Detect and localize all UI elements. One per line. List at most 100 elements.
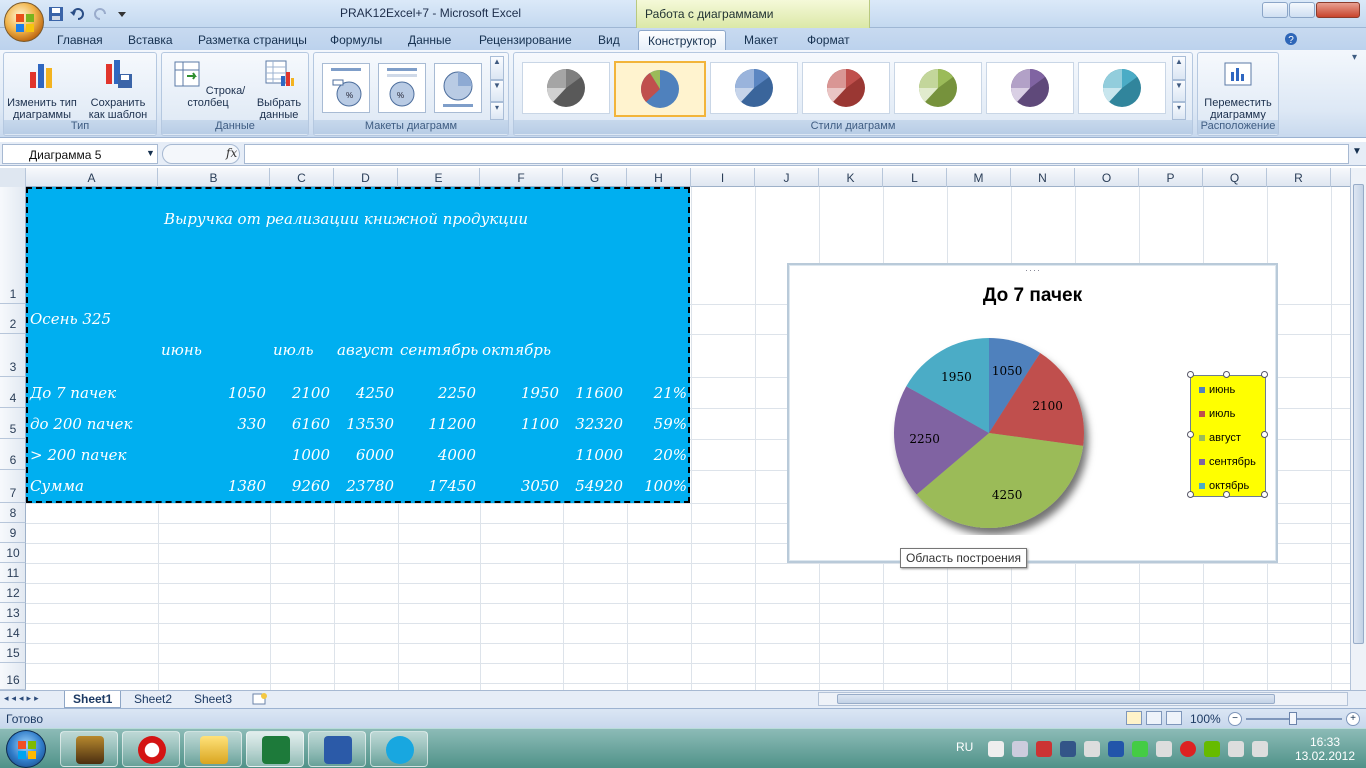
zoom-out-icon[interactable]: − — [1228, 712, 1242, 726]
legend-item[interactable]: июль — [1199, 408, 1235, 420]
month-header-cell[interactable]: сентябрь — [400, 341, 478, 359]
sheet-nav-arrows[interactable]: ◂◂◂▸▸ — [4, 693, 42, 704]
tab-formulas[interactable]: Формулы — [321, 30, 391, 50]
move-chart-button[interactable]: Переместить диаграмму — [1200, 56, 1276, 122]
row-label-cell[interactable]: > 200 пачек — [30, 446, 127, 464]
value-cell[interactable]: 330 — [158, 415, 266, 433]
row-header[interactable]: 3 — [0, 334, 26, 377]
column-header[interactable]: H — [627, 168, 691, 187]
value-cell[interactable]: 54920 — [563, 477, 623, 495]
row-label-cell[interactable]: до 200 пачек — [30, 415, 132, 433]
pie-data-label[interactable]: 2100 — [1032, 399, 1063, 413]
column-header[interactable]: K — [819, 168, 883, 187]
volume-icon[interactable] — [1252, 741, 1268, 757]
month-header-cell[interactable]: июль — [273, 341, 314, 359]
layouts-scroll-down[interactable]: ▼ — [490, 80, 504, 102]
value-cell[interactable]: 23780 — [334, 477, 394, 495]
tray-icon[interactable] — [988, 741, 1004, 757]
resize-handle[interactable] — [1187, 371, 1194, 378]
tray-icon[interactable] — [1132, 741, 1148, 757]
tab-format[interactable]: Формат — [798, 30, 859, 50]
column-header[interactable]: O — [1075, 168, 1139, 187]
page-break-view-icon[interactable] — [1166, 711, 1182, 725]
chart-style-colorful[interactable] — [614, 61, 706, 117]
taskbar-app-game[interactable] — [60, 731, 118, 767]
column-header[interactable]: D — [334, 168, 398, 187]
row-header[interactable]: 16 — [0, 663, 26, 690]
taskbar-app-opera[interactable] — [122, 731, 180, 767]
chart-layout-1[interactable]: % — [322, 63, 370, 113]
office-button[interactable] — [4, 2, 44, 42]
chart-layout-3[interactable] — [434, 63, 482, 113]
column-header[interactable]: M — [947, 168, 1011, 187]
help-icon[interactable]: ? — [1284, 32, 1298, 46]
tray-icon[interactable] — [1060, 741, 1076, 757]
pie-data-label[interactable]: 1050 — [992, 364, 1023, 378]
row-label-cell[interactable]: До 7 пачек — [30, 384, 116, 402]
chart-style-gray[interactable] — [522, 62, 610, 114]
horizontal-scrollbar[interactable] — [818, 692, 1348, 706]
sheet-tab-sheet1[interactable]: Sheet1 — [64, 691, 122, 708]
value-cell[interactable]: 1950 — [480, 384, 559, 402]
save-icon[interactable] — [48, 6, 64, 22]
value-cell[interactable]: 6000 — [334, 446, 394, 464]
save-as-template-button[interactable]: Сохранить как шаблон — [82, 56, 154, 122]
language-indicator[interactable]: RU — [956, 740, 973, 754]
row-header[interactable]: 11 — [0, 563, 26, 583]
resize-handle[interactable] — [1261, 431, 1268, 438]
value-cell[interactable]: 11000 — [563, 446, 623, 464]
function-icon[interactable]: fx — [226, 146, 237, 160]
tray-icon[interactable] — [1180, 741, 1196, 757]
row-label-cell[interactable]: Сумма — [30, 477, 84, 495]
tab-review[interactable]: Рецензирование — [470, 30, 581, 50]
value-cell[interactable]: 1050 — [158, 384, 266, 402]
insert-sheet-icon[interactable] — [252, 692, 268, 706]
month-header-cell[interactable]: октябрь — [482, 341, 551, 359]
change-chart-type-button[interactable]: Изменить тип диаграммы — [6, 56, 78, 122]
row-header[interactable]: 9 — [0, 523, 26, 543]
tab-view[interactable]: Вид — [589, 30, 629, 50]
chart-style-red[interactable] — [802, 62, 890, 114]
chart-style-blue[interactable] — [710, 62, 798, 114]
close-button[interactable] — [1316, 2, 1360, 18]
zoom-in-icon[interactable]: + — [1346, 712, 1360, 726]
row-header[interactable]: 8 — [0, 503, 26, 523]
column-header[interactable]: R — [1267, 168, 1331, 187]
value-cell[interactable]: 21% — [627, 384, 687, 402]
tray-icon[interactable] — [1084, 741, 1100, 757]
row-header[interactable]: 6 — [0, 439, 26, 470]
resize-handle[interactable] — [1187, 491, 1194, 498]
legend-item[interactable]: июнь — [1199, 384, 1235, 396]
tab-page-layout[interactable]: Разметка страницы — [189, 30, 316, 50]
zoom-level[interactable]: 100% — [1190, 712, 1221, 726]
value-cell[interactable]: 1380 — [158, 477, 266, 495]
sheet-tab-sheet2[interactable]: Sheet2 — [126, 691, 180, 708]
resize-handle[interactable] — [1187, 431, 1194, 438]
tab-home[interactable]: Главная — [48, 30, 112, 50]
column-header[interactable]: N — [1011, 168, 1075, 187]
vertical-scrollbar[interactable] — [1350, 168, 1366, 690]
row-header[interactable]: 13 — [0, 603, 26, 623]
layouts-scroll-up[interactable]: ▲ — [490, 56, 504, 80]
chart-legend[interactable]: июнь июль август сентябрь октябрь — [1190, 375, 1266, 497]
column-header[interactable]: G — [563, 168, 627, 187]
month-header-cell[interactable]: август — [337, 341, 394, 359]
column-header[interactable]: E — [398, 168, 480, 187]
page-layout-view-icon[interactable] — [1146, 711, 1162, 725]
select-data-button[interactable]: Выбрать данные — [250, 56, 308, 122]
horizontal-scroll-thumb[interactable] — [837, 694, 1275, 704]
pie-plot-area[interactable]: 1050 2100 4250 2250 1950 — [889, 335, 1099, 535]
value-cell[interactable]: 11200 — [398, 415, 476, 433]
layouts-more[interactable]: ▾ — [490, 102, 504, 120]
legend-item[interactable]: октябрь — [1199, 480, 1249, 492]
cell-a2[interactable]: Осень 325 — [30, 310, 111, 328]
redo-icon[interactable] — [92, 6, 108, 22]
value-cell[interactable]: 1100 — [480, 415, 559, 433]
value-cell[interactable]: 11600 — [563, 384, 623, 402]
name-box[interactable]: Диаграмма 5 — [2, 144, 158, 164]
value-cell[interactable]: 3050 — [480, 477, 559, 495]
chart-layout-2[interactable]: % — [378, 63, 426, 113]
resize-handle[interactable] — [1223, 371, 1230, 378]
start-button[interactable] — [6, 730, 46, 768]
row-header[interactable]: 12 — [0, 583, 26, 603]
